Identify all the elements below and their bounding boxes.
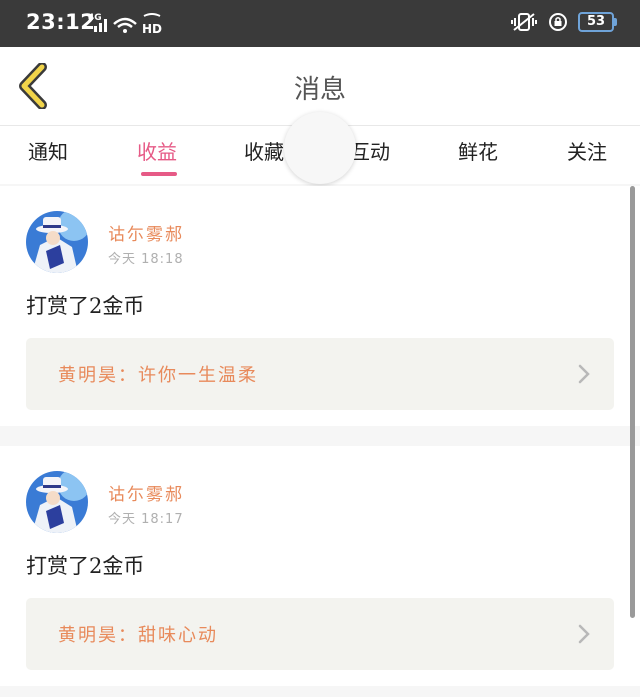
active-tab-indicator <box>141 172 177 176</box>
hd-indicator: HD <box>142 22 162 36</box>
battery-indicator: 53 <box>578 12 617 32</box>
status-bar: 23:12 4G HD 53 <box>0 0 640 47</box>
floating-assist-button[interactable] <box>284 112 356 184</box>
message-action: 打赏了2金币 <box>26 554 145 578</box>
chevron-right-icon <box>578 364 590 384</box>
message-card[interactable]: 诂尓雾郝 今天 18:18 打赏了2金币 黄明昊：许你一生温柔 <box>0 186 640 426</box>
username[interactable]: 诂尓雾郝 <box>108 220 184 245</box>
message-time: 今天 18:18 <box>108 252 184 267</box>
quoted-content[interactable]: 黄明昊：甜味心动 <box>26 598 614 670</box>
message-time: 今天 18:17 <box>108 512 184 527</box>
message-card[interactable]: 诂尓雾郝 今天 18:17 打赏了2金币 黄明昊：甜味心动 <box>0 446 640 686</box>
chevron-right-icon <box>578 624 590 644</box>
network-type: 4G <box>88 13 102 23</box>
tab-interactions[interactable]: 互动 <box>350 136 390 165</box>
status-right: 53 <box>510 12 617 32</box>
scrollbar[interactable] <box>630 186 635 618</box>
page-title: 消息 <box>293 75 346 105</box>
avatar[interactable] <box>26 471 88 533</box>
username[interactable]: 诂尓雾郝 <box>108 480 184 505</box>
avatar[interactable] <box>26 211 88 273</box>
tab-flowers[interactable]: 鲜花 <box>458 136 498 165</box>
tab-following[interactable]: 关注 <box>567 136 607 165</box>
tab-earnings[interactable]: 收益 <box>137 136 177 165</box>
tab-favorites[interactable]: 收藏 <box>244 136 284 165</box>
quoted-content[interactable]: 黄明昊：许你一生温柔 <box>26 338 614 410</box>
network-indicator: 4G HD <box>88 12 166 40</box>
quote-text: 黄明昊：许你一生温柔 <box>58 365 258 386</box>
lock-rotation-icon <box>549 13 567 31</box>
quote-text: 黄明昊：甜味心动 <box>58 625 218 646</box>
vibrate-icon <box>511 13 537 31</box>
status-time: 23:12 <box>26 10 96 34</box>
tab-notifications[interactable]: 通知 <box>28 136 68 165</box>
message-action: 打赏了2金币 <box>26 294 145 318</box>
signal-icon: 4G HD <box>88 13 162 36</box>
